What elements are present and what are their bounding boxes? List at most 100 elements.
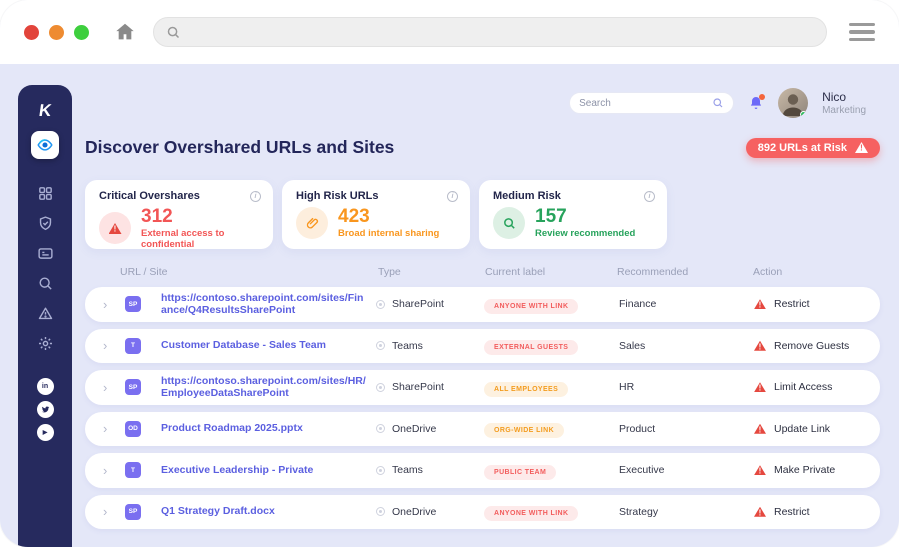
row-url-link[interactable]: Executive Leadership - Private: [161, 464, 376, 477]
type-ring-icon: [376, 465, 385, 475]
close-window-button[interactable]: [24, 24, 39, 40]
info-icon[interactable]: i: [250, 190, 261, 202]
stat-card-critical[interactable]: Critical Overshares i 312 External acces…: [85, 180, 273, 250]
info-icon[interactable]: i: [447, 190, 458, 202]
table-row[interactable]: › T Customer Database - Sales Team Teams…: [85, 328, 880, 363]
address-bar[interactable]: [153, 17, 827, 47]
row-url-link[interactable]: Q1 Strategy Draft.docx: [161, 505, 376, 518]
main-content: Nico Marketing Discover Overshared URLs …: [85, 64, 880, 547]
table-row[interactable]: › SP https://contoso.sharepoint.com/site…: [85, 287, 880, 322]
maximize-window-button[interactable]: [74, 24, 89, 40]
sidebar-item-dashboard[interactable]: [37, 185, 54, 202]
sidebar-item-search[interactable]: [37, 275, 54, 292]
info-icon[interactable]: i: [644, 190, 655, 202]
row-recommended: Sales: [619, 339, 646, 352]
row-url-link[interactable]: Customer Database - Sales Team: [161, 339, 376, 352]
linkedin-icon[interactable]: in: [36, 378, 54, 395]
grid-icon: [38, 187, 52, 200]
browser-window: K in ▶ Search Nico Marketing Discover Ov…: [0, 0, 899, 547]
row-recommended: Executive: [619, 464, 665, 477]
sidebar-item-reports[interactable]: [37, 245, 54, 262]
type-ring-icon: [376, 341, 385, 351]
type-ring-icon: [376, 299, 385, 309]
row-type: OneDrive: [392, 422, 437, 435]
search-icon: [167, 26, 180, 38]
sidebar-socials: in ▶: [36, 378, 54, 441]
search-icon: [713, 98, 723, 108]
id-card-icon: [37, 248, 53, 259]
minimize-window-button[interactable]: [49, 24, 64, 40]
row-recommended: HR: [619, 381, 635, 394]
sidebar-item-alerts[interactable]: [37, 305, 54, 322]
source-badge: T: [125, 337, 141, 354]
stat-card-high[interactable]: High Risk URLs i 423 Broad internal shar…: [282, 180, 470, 249]
user-name: Nico: [822, 90, 847, 104]
gear-icon: [38, 336, 52, 351]
chevron-right-icon[interactable]: ›: [103, 381, 125, 394]
sidebar-item-settings[interactable]: [37, 335, 54, 352]
shield-check-icon: [39, 216, 51, 231]
sidebar-item-protection[interactable]: [37, 215, 54, 232]
row-type: SharePoint: [392, 298, 444, 311]
source-badge: SP: [125, 503, 141, 520]
row-type: Teams: [392, 339, 423, 352]
source-badge: SP: [125, 296, 141, 313]
row-action[interactable]: Limit Access: [754, 381, 880, 393]
type-ring-icon: [376, 382, 385, 392]
address-input[interactable]: [187, 25, 814, 39]
chevron-right-icon[interactable]: ›: [103, 339, 125, 352]
current-label-chip: ANYONE WITH LINK: [484, 298, 579, 314]
warning-triangle-icon: [754, 423, 766, 434]
row-type: Teams: [392, 464, 423, 477]
table-row[interactable]: › SP Q1 Strategy Draft.docx OneDrive ANY…: [85, 494, 880, 529]
column-header-type: Type: [378, 266, 401, 278]
source-badge: SP: [125, 379, 141, 396]
risk-badge[interactable]: 892 URLs at Risk: [745, 137, 880, 158]
menu-icon[interactable]: [849, 22, 875, 42]
sidebar-item-discover[interactable]: [31, 131, 59, 159]
warning-triangle-icon: [754, 465, 766, 476]
warning-triangle-icon: [99, 212, 131, 245]
row-url-link[interactable]: https://contoso.sharepoint.com/sites/Fin…: [161, 292, 376, 317]
row-type: SharePoint: [392, 381, 444, 394]
type-ring-icon: [376, 424, 385, 434]
table-row[interactable]: › OD Product Roadmap 2025.pptx OneDrive …: [85, 411, 880, 446]
row-action[interactable]: Remove Guests: [754, 340, 880, 352]
table-row[interactable]: › T Executive Leadership - Private Teams…: [85, 453, 880, 488]
home-icon[interactable]: [113, 21, 137, 43]
search-box[interactable]: [569, 92, 735, 114]
chevron-right-icon[interactable]: ›: [103, 464, 125, 477]
row-url-link[interactable]: Product Roadmap 2025.pptx: [161, 422, 376, 435]
row-action[interactable]: Restrict: [754, 298, 880, 310]
chevron-right-icon[interactable]: ›: [103, 505, 125, 518]
sidebar: K in ▶: [18, 85, 72, 547]
stat-value: 312: [141, 206, 173, 227]
notification-dot: [759, 94, 766, 100]
youtube-icon[interactable]: ▶: [36, 424, 54, 441]
stat-subtitle: External access to confidential: [141, 227, 225, 250]
browser-chrome: [0, 0, 899, 64]
avatar[interactable]: [778, 88, 809, 118]
app-logo[interactable]: K: [38, 101, 52, 121]
source-badge: T: [125, 462, 141, 479]
search-input[interactable]: [579, 97, 713, 109]
twitter-icon[interactable]: [36, 401, 54, 418]
chevron-right-icon[interactable]: ›: [103, 422, 125, 435]
column-header-current-label: Current label: [485, 266, 546, 278]
notifications-bell-icon[interactable]: [748, 94, 766, 111]
row-action[interactable]: Update Link: [754, 423, 880, 435]
stat-card-medium[interactable]: Medium Risk i 157 Review recommended: [479, 180, 667, 249]
row-action[interactable]: Make Private: [754, 464, 880, 476]
row-action-label: Limit Access: [774, 381, 833, 394]
row-url-link[interactable]: https://contoso.sharepoint.com/sites/HR/…: [161, 375, 376, 400]
warning-triangle-icon: [754, 382, 766, 393]
stat-subtitle: Broad internal sharing: [338, 227, 440, 239]
title-row: Discover Overshared URLs and Sites 892 U…: [85, 137, 880, 158]
current-label-chip: PUBLIC TEAM: [484, 464, 557, 480]
chevron-right-icon[interactable]: ›: [103, 298, 125, 311]
table-row[interactable]: › SP https://contoso.sharepoint.com/site…: [85, 370, 880, 405]
stat-value: 423: [338, 206, 370, 228]
row-action[interactable]: Restrict: [754, 506, 880, 518]
topbar: Nico Marketing: [85, 88, 880, 118]
stat-cards: Critical Overshares i 312 External acces…: [85, 180, 880, 250]
